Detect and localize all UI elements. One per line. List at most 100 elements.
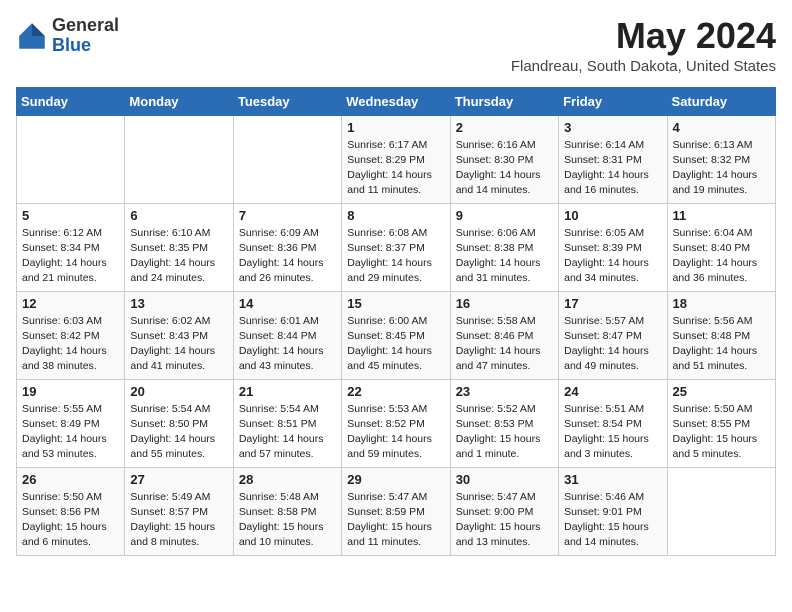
day-cell: 21 Sunrise: 5:54 AMSunset: 8:51 PMDayligh… [233,379,341,467]
day-info: Sunrise: 5:56 AMSunset: 8:48 PMDaylight:… [673,314,770,375]
day-number: 23 [456,384,553,399]
day-info: Sunrise: 6:06 AMSunset: 8:38 PMDaylight:… [456,226,553,287]
month-title: May 2024 [511,16,776,56]
day-number: 5 [22,208,119,223]
day-info: Sunrise: 5:51 AMSunset: 8:54 PMDaylight:… [564,402,661,463]
day-number: 9 [456,208,553,223]
day-cell: 29 Sunrise: 5:47 AMSunset: 8:59 PMDayligh… [342,467,450,555]
day-info: Sunrise: 6:14 AMSunset: 8:31 PMDaylight:… [564,138,661,199]
calendar-body: 1 Sunrise: 6:17 AMSunset: 8:29 PMDaylight… [17,115,776,555]
day-cell: 16 Sunrise: 5:58 AMSunset: 8:46 PMDayligh… [450,291,558,379]
day-number: 29 [347,472,444,487]
logo-text: General Blue [52,16,119,56]
day-cell: 15 Sunrise: 6:00 AMSunset: 8:45 PMDayligh… [342,291,450,379]
day-number: 11 [673,208,770,223]
logo: General Blue [16,16,119,56]
day-number: 4 [673,120,770,135]
day-info: Sunrise: 6:16 AMSunset: 8:30 PMDaylight:… [456,138,553,199]
day-cell [125,115,233,203]
day-number: 20 [130,384,227,399]
day-info: Sunrise: 5:55 AMSunset: 8:49 PMDaylight:… [22,402,119,463]
day-info: Sunrise: 5:47 AMSunset: 9:00 PMDaylight:… [456,490,553,551]
day-info: Sunrise: 6:05 AMSunset: 8:39 PMDaylight:… [564,226,661,287]
day-info: Sunrise: 6:01 AMSunset: 8:44 PMDaylight:… [239,314,336,375]
day-number: 15 [347,296,444,311]
day-cell: 31 Sunrise: 5:46 AMSunset: 9:01 PMDayligh… [559,467,667,555]
day-cell: 7 Sunrise: 6:09 AMSunset: 8:36 PMDaylight… [233,203,341,291]
day-info: Sunrise: 6:12 AMSunset: 8:34 PMDaylight:… [22,226,119,287]
day-info: Sunrise: 5:47 AMSunset: 8:59 PMDaylight:… [347,490,444,551]
day-cell: 2 Sunrise: 6:16 AMSunset: 8:30 PMDaylight… [450,115,558,203]
day-info: Sunrise: 6:08 AMSunset: 8:37 PMDaylight:… [347,226,444,287]
day-cell: 17 Sunrise: 5:57 AMSunset: 8:47 PMDayligh… [559,291,667,379]
day-info: Sunrise: 5:54 AMSunset: 8:50 PMDaylight:… [130,402,227,463]
day-info: Sunrise: 6:03 AMSunset: 8:42 PMDaylight:… [22,314,119,375]
day-number: 24 [564,384,661,399]
day-number: 17 [564,296,661,311]
day-cell: 20 Sunrise: 5:54 AMSunset: 8:50 PMDayligh… [125,379,233,467]
day-number: 30 [456,472,553,487]
day-number: 27 [130,472,227,487]
day-cell: 22 Sunrise: 5:53 AMSunset: 8:52 PMDayligh… [342,379,450,467]
day-info: Sunrise: 5:58 AMSunset: 8:46 PMDaylight:… [456,314,553,375]
day-info: Sunrise: 6:17 AMSunset: 8:29 PMDaylight:… [347,138,444,199]
day-number: 16 [456,296,553,311]
day-cell: 27Sunrise: 5:49 AMSunset: 8:57 PMDayligh… [125,467,233,555]
location: Flandreau, South Dakota, United States [511,58,776,75]
day-cell: 25 Sunrise: 5:50 AMSunset: 8:55 PMDayligh… [667,379,775,467]
week-row-3: 19 Sunrise: 5:55 AMSunset: 8:49 PMDayligh… [17,379,776,467]
day-cell: 8 Sunrise: 6:08 AMSunset: 8:37 PMDaylight… [342,203,450,291]
day-number: 18 [673,296,770,311]
day-number: 31 [564,472,661,487]
day-number: 28 [239,472,336,487]
day-number: 8 [347,208,444,223]
day-info: Sunrise: 6:04 AMSunset: 8:40 PMDaylight:… [673,226,770,287]
week-row-4: 26 Sunrise: 5:50 AMSunset: 8:56 PMDayligh… [17,467,776,555]
day-info: Sunrise: 5:54 AMSunset: 8:51 PMDaylight:… [239,402,336,463]
day-cell: 11 Sunrise: 6:04 AMSunset: 8:40 PMDayligh… [667,203,775,291]
day-number: 14 [239,296,336,311]
day-number: 7 [239,208,336,223]
day-cell: 4 Sunrise: 6:13 AMSunset: 8:32 PMDaylight… [667,115,775,203]
week-row-0: 1 Sunrise: 6:17 AMSunset: 8:29 PMDaylight… [17,115,776,203]
day-info: Sunrise: 5:48 AMSunset: 8:58 PMDaylight:… [239,490,336,551]
day-number: 22 [347,384,444,399]
day-cell: 18 Sunrise: 5:56 AMSunset: 8:48 PMDayligh… [667,291,775,379]
day-cell: 24 Sunrise: 5:51 AMSunset: 8:54 PMDayligh… [559,379,667,467]
day-number: 21 [239,384,336,399]
day-info: Sunrise: 5:53 AMSunset: 8:52 PMDaylight:… [347,402,444,463]
day-cell: 1 Sunrise: 6:17 AMSunset: 8:29 PMDaylight… [342,115,450,203]
day-cell: 26 Sunrise: 5:50 AMSunset: 8:56 PMDayligh… [17,467,125,555]
day-number: 6 [130,208,227,223]
day-cell: 23 Sunrise: 5:52 AMSunset: 8:53 PMDayligh… [450,379,558,467]
weekday-saturday: Saturday [667,87,775,115]
day-info: Sunrise: 6:00 AMSunset: 8:45 PMDaylight:… [347,314,444,375]
day-number: 25 [673,384,770,399]
day-info: Sunrise: 5:50 AMSunset: 8:56 PMDaylight:… [22,490,119,551]
day-cell: 3Sunrise: 6:14 AMSunset: 8:31 PMDaylight… [559,115,667,203]
week-row-1: 5 Sunrise: 6:12 AMSunset: 8:34 PMDaylight… [17,203,776,291]
day-cell: 10 Sunrise: 6:05 AMSunset: 8:39 PMDayligh… [559,203,667,291]
title-block: May 2024 Flandreau, South Dakota, United… [511,16,776,75]
day-number: 26 [22,472,119,487]
weekday-sunday: Sunday [17,87,125,115]
day-number: 1 [347,120,444,135]
day-info: Sunrise: 6:13 AMSunset: 8:32 PMDaylight:… [673,138,770,199]
page-header: General Blue May 2024 Flandreau, South D… [16,16,776,75]
day-cell: 30 Sunrise: 5:47 AMSunset: 9:00 PMDayligh… [450,467,558,555]
day-info: Sunrise: 5:46 AMSunset: 9:01 PMDaylight:… [564,490,661,551]
day-info: Sunrise: 5:52 AMSunset: 8:53 PMDaylight:… [456,402,553,463]
day-info: Sunrise: 5:57 AMSunset: 8:47 PMDaylight:… [564,314,661,375]
day-cell: 13Sunrise: 6:02 AMSunset: 8:43 PMDayligh… [125,291,233,379]
day-cell: 5 Sunrise: 6:12 AMSunset: 8:34 PMDaylight… [17,203,125,291]
weekday-monday: Monday [125,87,233,115]
day-cell: 14 Sunrise: 6:01 AMSunset: 8:44 PMDayligh… [233,291,341,379]
day-number: 10 [564,208,661,223]
day-info: Sunrise: 5:50 AMSunset: 8:55 PMDaylight:… [673,402,770,463]
day-number: 2 [456,120,553,135]
day-info: Sunrise: 6:09 AMSunset: 8:36 PMDaylight:… [239,226,336,287]
day-cell [667,467,775,555]
day-number: 12 [22,296,119,311]
day-number: 19 [22,384,119,399]
day-cell [17,115,125,203]
